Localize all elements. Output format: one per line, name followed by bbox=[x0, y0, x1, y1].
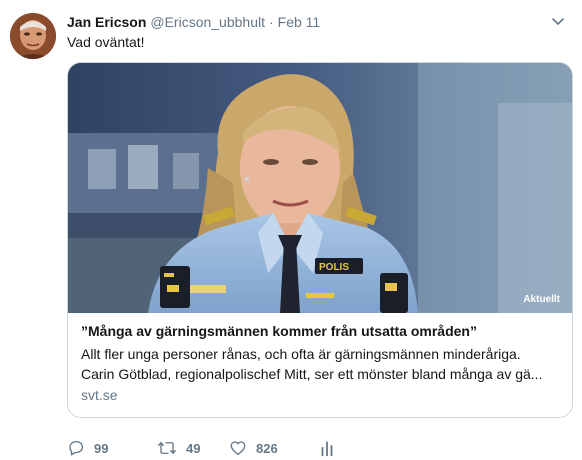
tweet-text: Vad oväntat! bbox=[67, 34, 145, 50]
card-title[interactable]: ”Många av gärningsmännen kommer från uts… bbox=[81, 323, 559, 339]
card-content: ”Många av gärningsmännen kommer från uts… bbox=[68, 313, 572, 403]
author-avatar[interactable] bbox=[10, 13, 56, 59]
card-description-line: Carin Götblad, regionalpolischef Mitt, s… bbox=[81, 366, 543, 382]
like-button[interactable]: 826 bbox=[229, 439, 319, 457]
analytics-button[interactable] bbox=[319, 439, 335, 457]
news-photo: POLIS bbox=[68, 63, 572, 313]
retweet-count: 49 bbox=[186, 440, 201, 456]
like-count: 826 bbox=[256, 440, 278, 456]
card-domain[interactable]: svt.se bbox=[81, 387, 559, 403]
author-name[interactable]: Jan Ericson bbox=[67, 14, 146, 30]
tweet-menu-button[interactable] bbox=[548, 12, 568, 32]
card-description-line: Allt fler unga personer rånas, och ofta … bbox=[81, 346, 521, 362]
header-separator: · bbox=[269, 14, 274, 30]
tweet-date[interactable]: Feb 11 bbox=[278, 14, 321, 30]
like-icon bbox=[230, 441, 246, 456]
police-badge-text: POLIS bbox=[319, 262, 349, 273]
chevron-down-icon bbox=[552, 18, 564, 26]
analytics-icon bbox=[321, 441, 333, 457]
reply-icon bbox=[69, 440, 84, 456]
reply-count: 99 bbox=[94, 440, 109, 456]
reply-button[interactable]: 99 bbox=[67, 439, 157, 457]
author-handle[interactable]: @Ericson_ubbhult bbox=[150, 14, 265, 30]
card-description: Allt fler unga personer rånas, och ofta … bbox=[81, 344, 559, 384]
tweet-header: Jan Ericson @Ericson_ubbhult · Feb 11 bbox=[67, 13, 566, 31]
card-image[interactable]: POLIS Aktuellt bbox=[68, 63, 572, 313]
link-card[interactable]: POLIS Aktuellt ”Många av gärningsmännen … bbox=[67, 62, 573, 418]
retweet-button[interactable]: 49 bbox=[157, 439, 229, 457]
media-source-tag: Aktuellt bbox=[523, 294, 560, 305]
retweet-icon bbox=[157, 441, 177, 455]
tweet-actions: 99 49 826 bbox=[67, 438, 335, 458]
avatar-portrait-icon bbox=[10, 13, 56, 59]
